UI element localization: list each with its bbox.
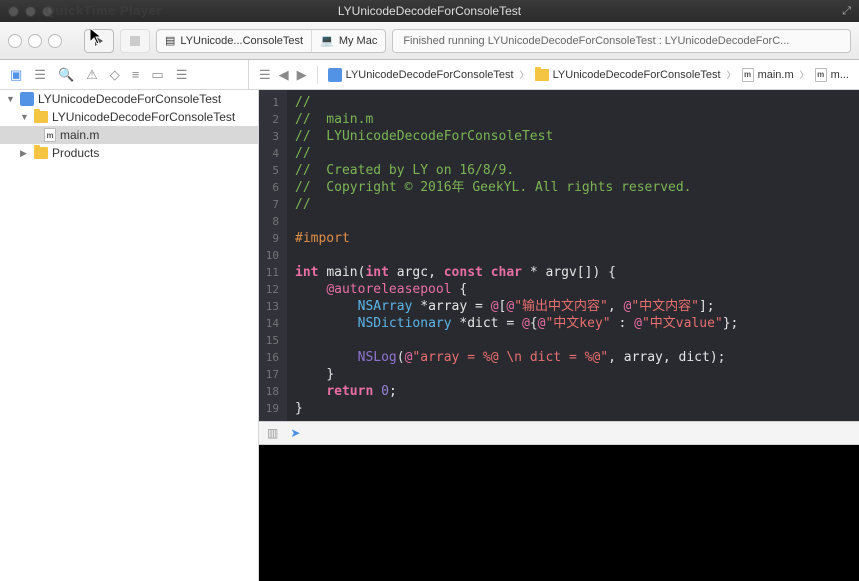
scheme-selector[interactable]: ▤ LYUnicode...ConsoleTest 💻 My Mac: [156, 29, 386, 53]
navigator-selector: ▣ ☰ 🔍 ⚠ ◇ ≡ ▭ ☰: [0, 60, 249, 89]
file-name: main.m: [60, 128, 99, 142]
breakpoint-navigator-icon[interactable]: ▭: [151, 67, 163, 83]
project-navigator[interactable]: ▼ LYUnicodeDecodeForConsoleTest ▼ LYUnic…: [0, 90, 259, 581]
window-title: LYUnicodeDecodeForConsoleTest: [338, 4, 521, 18]
activity-indicator: [28, 34, 42, 48]
stop-button[interactable]: [120, 29, 150, 53]
status-text: Finished running LYUnicodeDecodeForConso…: [403, 35, 789, 47]
source-editor[interactable]: 1234567891011121314151617181920 //// mai…: [259, 90, 859, 421]
folder-icon: [34, 111, 48, 123]
file-icon: m: [742, 68, 754, 82]
toggle-debug-icon[interactable]: ▥: [267, 426, 278, 440]
folder-name: LYUnicodeDecodeForConsoleTest: [52, 110, 235, 124]
run-button[interactable]: [84, 29, 114, 53]
close-window-button[interactable]: [8, 6, 19, 17]
project-name: LYUnicodeDecodeForConsoleTest: [38, 92, 221, 106]
symbol-icon: m: [815, 68, 827, 82]
group-products[interactable]: ▶ Products: [0, 144, 258, 162]
console-output[interactable]: [259, 445, 859, 581]
report-navigator-icon[interactable]: ☰: [176, 67, 188, 83]
destination-name: My Mac: [339, 35, 378, 47]
test-navigator-icon[interactable]: ◇: [110, 67, 120, 83]
group-folder[interactable]: ▼ LYUnicodeDecodeForConsoleTest: [0, 108, 258, 126]
folder-icon: [535, 69, 549, 81]
activity-indicator: [48, 34, 62, 48]
debug-bar: ▥ ➤: [259, 421, 859, 445]
fullscreen-icon[interactable]: ⤢: [842, 5, 851, 18]
minimize-window-button[interactable]: [25, 6, 36, 17]
disclosure-triangle[interactable]: ▼: [6, 94, 16, 104]
project-icon: [20, 92, 34, 106]
activity-indicator: [8, 34, 22, 48]
issue-navigator-icon[interactable]: ⚠: [86, 67, 98, 83]
folder-icon: [34, 147, 48, 159]
related-items-icon[interactable]: ☰: [259, 67, 271, 83]
code-area[interactable]: //// main.m// LYUnicodeDecodeForConsoleT…: [287, 90, 746, 421]
device-icon: 💻: [320, 34, 334, 47]
find-navigator-icon[interactable]: 🔍: [58, 67, 74, 83]
disclosure-triangle[interactable]: ▼: [20, 112, 30, 122]
file-item-main[interactable]: m main.m: [0, 126, 258, 144]
symbol-navigator-icon[interactable]: ☰: [34, 67, 46, 83]
back-icon[interactable]: ◀: [279, 67, 289, 83]
toolbar: ▤ LYUnicode...ConsoleTest 💻 My Mac Finis…: [0, 22, 859, 60]
stop-icon: [130, 36, 140, 46]
window-titlebar: QuickTime Player LYUnicodeDecodeForConso…: [0, 0, 859, 22]
project-root[interactable]: ▼ LYUnicodeDecodeForConsoleTest: [0, 90, 258, 108]
breakpoint-toggle-icon[interactable]: ➤: [290, 426, 300, 440]
toolbar-indicators: [8, 34, 62, 48]
project-icon: [328, 68, 342, 82]
file-icon: m: [44, 128, 56, 142]
disclosure-triangle[interactable]: ▶: [20, 148, 30, 159]
play-icon: [95, 36, 103, 46]
activity-status: Finished running LYUnicodeDecodeForConso…: [392, 29, 851, 53]
scheme-name: LYUnicode...ConsoleTest: [180, 35, 303, 47]
project-navigator-icon[interactable]: ▣: [10, 67, 22, 83]
app-icon: ▤: [165, 34, 175, 47]
jump-bar[interactable]: LYUnicodeDecodeForConsoleTest 〉 LYUnicod…: [318, 66, 859, 84]
folder-name: Products: [52, 146, 99, 160]
debug-navigator-icon[interactable]: ≡: [132, 67, 140, 82]
navigator-bar: ▣ ☰ 🔍 ⚠ ◇ ≡ ▭ ☰ ☰ ◀ ▶ LYUnicodeDecodeFor…: [0, 60, 859, 90]
background-app-name: QuickTime Player: [45, 3, 162, 18]
line-gutter[interactable]: 1234567891011121314151617181920: [259, 90, 287, 421]
forward-icon[interactable]: ▶: [297, 67, 307, 83]
